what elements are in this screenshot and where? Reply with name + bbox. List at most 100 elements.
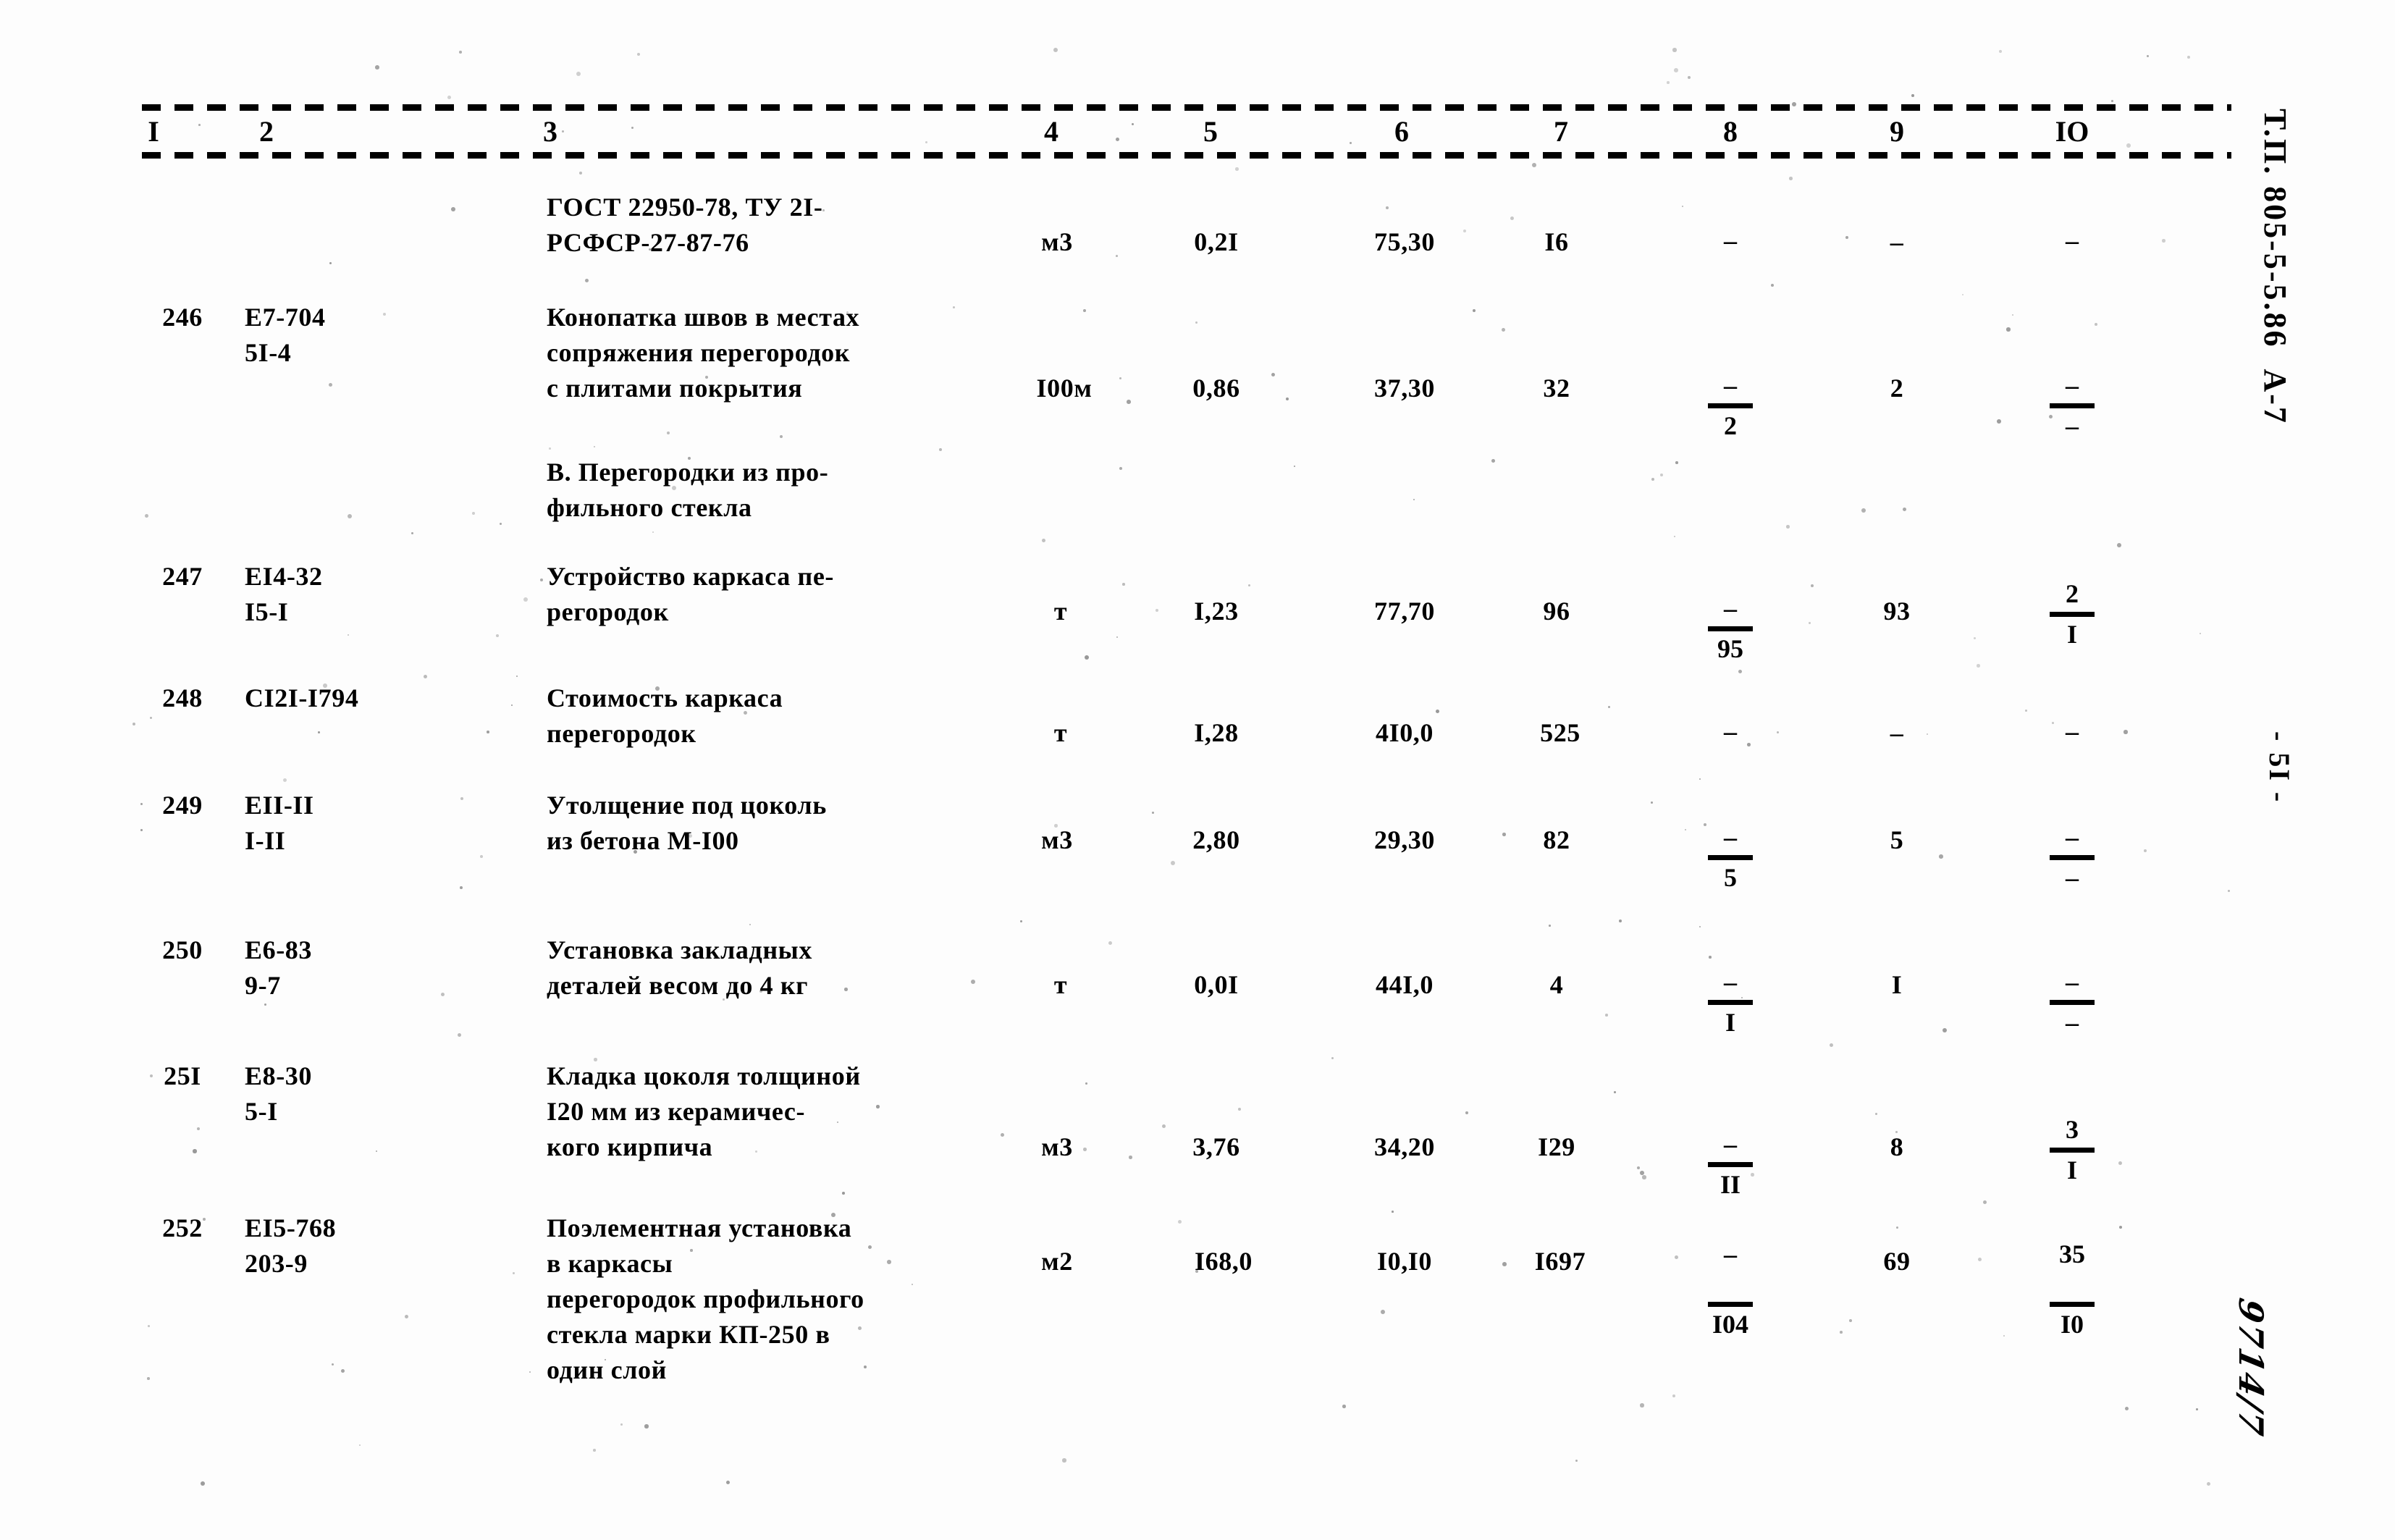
- fraction-numerator: 35: [2059, 1240, 2085, 1268]
- table-cell-c8: –: [1724, 226, 1737, 255]
- table-cell-no: 25I: [164, 1061, 201, 1090]
- table-cell-c8: – I04: [1708, 1240, 1753, 1339]
- table-cell-code: Е8-30 5-I: [245, 1061, 312, 1126]
- fraction-denominator: I: [1725, 1008, 1735, 1037]
- header-rule-top: [142, 104, 2231, 111]
- column-header-3: 3: [543, 115, 557, 148]
- fraction-bar: [1708, 855, 1753, 860]
- document-code-margin: Т.П. 805-5-5.86 А-7: [2257, 109, 2293, 425]
- table-cell-c8: – 2: [1708, 371, 1753, 440]
- fraction-numerator: –: [1724, 967, 1737, 996]
- table-cell-c6: 4I0,0: [1375, 718, 1434, 747]
- fraction-bar: [2050, 612, 2095, 617]
- table-cell-c6: 77,70: [1374, 597, 1435, 626]
- table-cell-unit: т: [1053, 597, 1068, 626]
- table-cell-c9: 2: [1890, 374, 1904, 403]
- table-cell-code: Е6-83 9-7: [245, 935, 312, 1000]
- fraction-denominator: 5: [1724, 863, 1737, 892]
- table-cell-c7: I29: [1538, 1132, 1575, 1161]
- fraction-numerator: 3: [2066, 1115, 2079, 1144]
- fraction-numerator: –: [2066, 822, 2079, 851]
- table-cell-c7: I697: [1534, 1247, 1586, 1276]
- table-cell-description: Установка закладных деталей весом до 4 к…: [547, 935, 812, 1000]
- table-cell-c7: 525: [1540, 718, 1580, 747]
- fraction-denominator: 2: [1724, 411, 1737, 440]
- fraction-bar: [2050, 1148, 2095, 1153]
- table-cell-c6: 44I,0: [1375, 970, 1434, 999]
- table-cell-c5: 3,76: [1192, 1132, 1240, 1161]
- column-header-2: 2: [259, 115, 274, 148]
- table-cell-c10: – –: [2050, 822, 2095, 892]
- table-cell-code: ЕI5-768 203-9: [245, 1213, 337, 1278]
- table-cell-c5: 2,80: [1192, 825, 1240, 854]
- table-cell-description: Конопатка швов в местах сопряжения перег…: [547, 303, 860, 403]
- fraction-bar: [1708, 1162, 1753, 1167]
- table-cell-description: Утолщение под цоколь из бетона М-I00: [547, 791, 827, 855]
- fraction-bar: [1708, 626, 1753, 631]
- fraction-numerator: –: [2066, 717, 2079, 746]
- column-header-6: 6: [1394, 115, 1409, 148]
- table-cell-c10: –: [2066, 226, 2079, 255]
- table-cell-c7: I6: [1544, 227, 1569, 256]
- table-cell-no: 252: [162, 1213, 203, 1242]
- table-cell-unit: I00м: [1036, 374, 1093, 403]
- table-cell-description: ГОСТ 22950-78, ТУ 2I- РСФСР-27-87-76: [547, 193, 823, 257]
- fraction-denominator: I: [2066, 1156, 2077, 1185]
- table-cell-c9: I: [1891, 970, 1903, 999]
- table-cell-no: 246: [162, 303, 203, 332]
- table-cell-c6: 29,30: [1374, 825, 1435, 854]
- table-cell-unit: м3: [1041, 1132, 1073, 1161]
- fraction-denominator: 95: [1717, 634, 1743, 663]
- column-header-8: 8: [1723, 115, 1738, 148]
- fraction-bar: [2050, 1000, 2095, 1005]
- table-cell-code: ЕI4-32 I5-I: [245, 562, 323, 626]
- fraction-denominator: –: [2066, 863, 2079, 892]
- fraction-numerator: –: [1724, 717, 1737, 746]
- table-cell-c6: 75,30: [1374, 227, 1435, 256]
- table-cell-no: 247: [162, 562, 203, 591]
- fraction-numerator: –: [1724, 226, 1737, 255]
- table-cell-c8: –: [1724, 717, 1737, 746]
- fraction-numerator: –: [1724, 594, 1737, 623]
- fraction-bar: [2050, 1302, 2095, 1307]
- table-cell-code: СI2I-I794: [245, 683, 359, 712]
- table-cell-unit: м3: [1041, 227, 1073, 256]
- table-cell-c5: 0,86: [1192, 374, 1240, 403]
- table-cell-code: ЕII-II I-II: [245, 791, 314, 855]
- fraction-denominator: I0: [2060, 1310, 2084, 1339]
- table-cell-code: Е7-704 5I-4: [245, 303, 326, 367]
- table-cell-unit: т: [1053, 970, 1068, 999]
- table-cell-c6: I0,I0: [1376, 1247, 1433, 1276]
- fraction-denominator: I04: [1712, 1310, 1748, 1339]
- table-cell-unit: м3: [1041, 825, 1073, 854]
- table-cell-description: Стоимость каркаса перегородок: [547, 683, 783, 748]
- fraction-denominator: II: [1720, 1170, 1741, 1199]
- fraction-denominator: I: [2066, 620, 2077, 649]
- handwritten-annotation: 9714/7: [2231, 1295, 2270, 1440]
- fraction-numerator: 2: [2066, 579, 2079, 608]
- table-cell-c10: –: [2066, 717, 2079, 746]
- table-cell-c7: 82: [1543, 825, 1570, 854]
- table-cell-c9: 8: [1890, 1132, 1904, 1161]
- table-cell-c7: 96: [1543, 597, 1570, 626]
- table-cell-no: 248: [162, 683, 203, 712]
- column-header-4: 4: [1044, 115, 1058, 148]
- table-cell-description: Поэлементная установка в каркасы перегор…: [547, 1213, 864, 1384]
- fraction-numerator: –: [1724, 1129, 1737, 1158]
- table-cell-c10: – –: [2050, 371, 2095, 440]
- table-cell-c8: – I: [1708, 967, 1753, 1037]
- table-cell-c8: – 95: [1708, 594, 1753, 663]
- table-cell-c10: 2 I: [2050, 579, 2095, 649]
- table-cell-c9: 93: [1883, 597, 1911, 626]
- fraction-numerator: –: [2066, 967, 2079, 996]
- fraction-bar: [1708, 403, 1753, 408]
- table-cell-description: Устройство каркаса пе- регородок: [547, 562, 835, 626]
- table-cell-c5: I,28: [1194, 718, 1239, 747]
- table-cell-c9: 69: [1883, 1247, 1911, 1276]
- table-cell-c9: –: [1890, 227, 1904, 256]
- table-cell-c10: 35 I0: [2050, 1240, 2095, 1339]
- table-cell-description: Кладка цоколя толщиной I20 мм из керамич…: [547, 1061, 861, 1161]
- table-cell-c5: 0,0I: [1194, 970, 1239, 999]
- column-header-10: IO: [2055, 115, 2089, 148]
- page-number-margin: - 5I -: [2263, 731, 2296, 804]
